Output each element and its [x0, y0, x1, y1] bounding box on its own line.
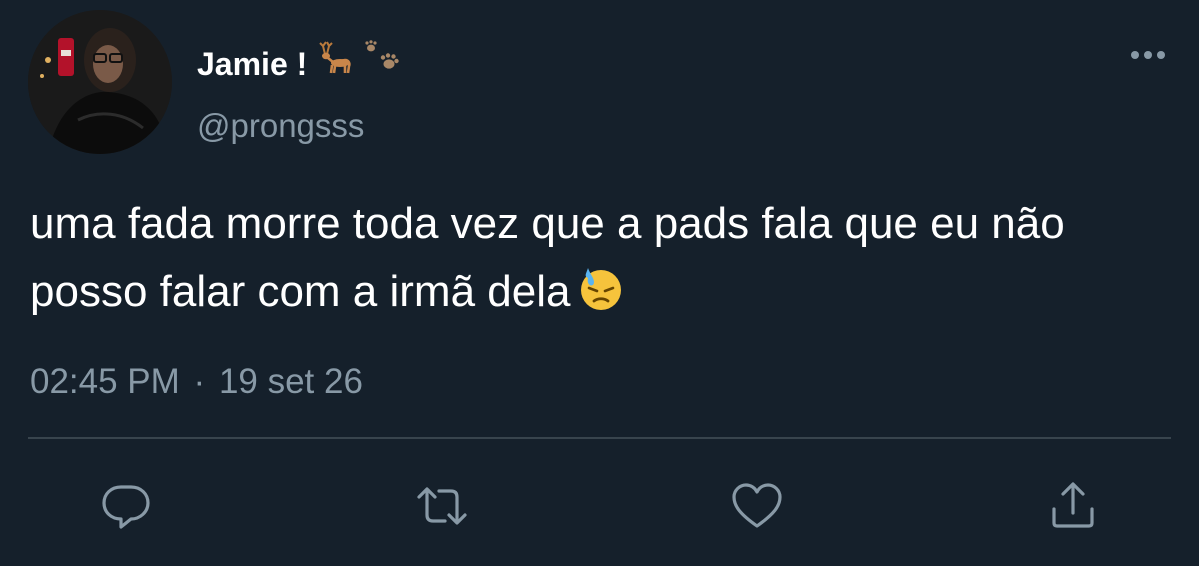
- more-options-icon[interactable]: [1131, 45, 1165, 65]
- retweet-button[interactable]: [412, 476, 472, 536]
- avatar-photo: [28, 10, 172, 154]
- deer-icon: [315, 40, 355, 87]
- tweet-actions-bar: [0, 476, 1199, 540]
- reply-icon: [102, 485, 150, 529]
- user-handle[interactable]: @prongsss: [197, 106, 364, 146]
- retweet-icon: [417, 487, 467, 525]
- more-dot: [1144, 51, 1152, 59]
- tweet-text: uma fada morre toda vez que a pads fala …: [30, 190, 1180, 326]
- divider: [28, 437, 1171, 439]
- like-button[interactable]: [727, 476, 787, 536]
- downcast-face-with-sweat-icon: [578, 264, 624, 310]
- more-dot: [1157, 51, 1165, 59]
- display-name-row: Jamie !: [197, 40, 405, 87]
- tweet-time: 02:45 PM: [30, 362, 180, 401]
- timestamp-separator: ·: [193, 362, 206, 401]
- avatar[interactable]: [28, 10, 172, 154]
- tweet-timestamp[interactable]: 02:45 PM · 19 set 26: [30, 360, 363, 404]
- share-icon: [1052, 482, 1094, 528]
- display-name[interactable]: Jamie !: [197, 44, 307, 84]
- tweet-card: Jamie ! @prongsss uma fada morre toda ve…: [0, 0, 1199, 566]
- more-dot: [1131, 51, 1139, 59]
- like-icon: [732, 483, 782, 528]
- paw-prints-icon: [363, 40, 405, 87]
- tweet-date: 19 set 26: [218, 362, 363, 401]
- share-button[interactable]: [1043, 476, 1103, 536]
- tweet-body: uma fada morre toda vez que a pads fala …: [30, 199, 1065, 316]
- reply-button[interactable]: [96, 476, 156, 536]
